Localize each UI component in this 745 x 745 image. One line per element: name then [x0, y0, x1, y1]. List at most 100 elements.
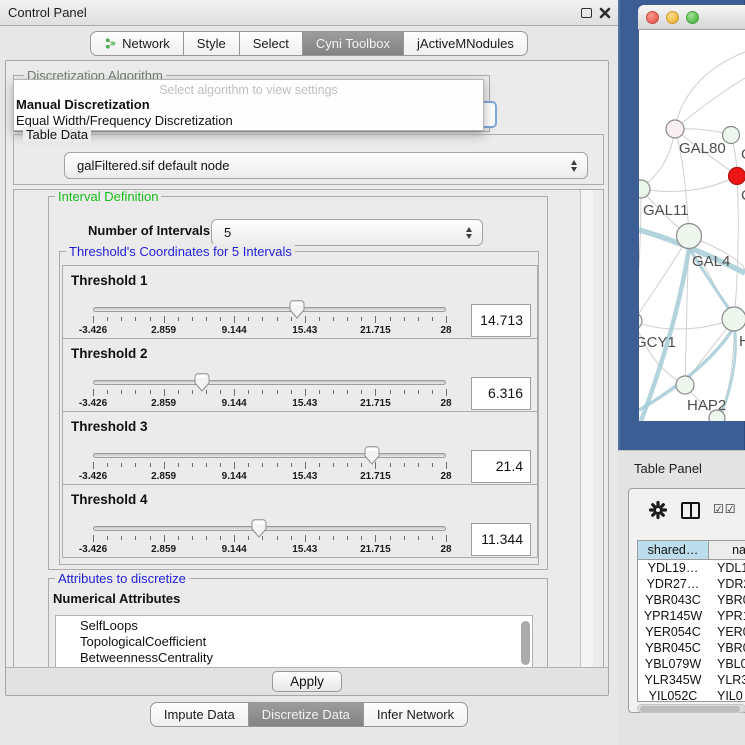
table-column-header-1[interactable]: shared…	[638, 541, 709, 559]
slider-tick	[446, 389, 447, 396]
network-edge[interactable]	[675, 78, 745, 129]
table-data-selected-value: galFiltered.sif default node	[77, 153, 229, 178]
network-window-titlebar[interactable]	[638, 5, 745, 30]
table-panel-title: Table Panel	[634, 461, 702, 476]
slider-tick	[319, 536, 320, 540]
table-row[interactable]: YBR043CYBR0	[638, 592, 745, 608]
number-of-intervals-combobox[interactable]: 5	[211, 219, 483, 246]
network-node-gcy1[interactable]	[639, 313, 642, 329]
slider-tick	[192, 536, 193, 540]
threshold-3-slider-track[interactable]	[93, 453, 446, 458]
algorithm-option-equal-width-frequency-discretization[interactable]: Equal Width/Frequency Discretization	[14, 113, 483, 129]
threshold-4-slider-track[interactable]	[93, 526, 446, 531]
table-settings-gear-icon[interactable]	[648, 500, 668, 520]
table-cell: YPR1	[709, 608, 745, 624]
attributes-list-scrollbar[interactable]	[521, 621, 530, 665]
slider-tick	[206, 317, 207, 321]
network-edge[interactable]	[641, 176, 737, 191]
bottom-tab-infer-network[interactable]: Infer Network	[364, 702, 468, 727]
slider-tick-label: 2.859	[151, 544, 176, 555]
threshold-3-slider-thumb[interactable]	[364, 446, 380, 465]
attribute-item-betweennesscentrality[interactable]: BetweennessCentrality	[56, 650, 532, 666]
network-node-hap2[interactable]	[676, 376, 694, 394]
slider-tick	[220, 390, 221, 394]
threshold-4-value-input[interactable]: 11.344	[471, 523, 531, 556]
close-icon[interactable]	[599, 7, 611, 19]
network-edge[interactable]	[675, 52, 745, 127]
thresholds-group: Threshold's Coordinates for 5 Intervals …	[59, 251, 539, 565]
bottom-tab-impute-data[interactable]: Impute Data	[150, 702, 249, 727]
network-edge[interactable]	[639, 189, 641, 321]
threshold-2-value-input[interactable]: 6.316	[471, 377, 531, 410]
network-node[interactable]	[709, 410, 725, 421]
slider-tick-label: 21.715	[360, 544, 391, 555]
tab-cyni-toolbox[interactable]: Cyni Toolbox	[303, 31, 404, 56]
table-row[interactable]: YDR27…YDR2	[638, 576, 745, 592]
table-row[interactable]: YLR345WYLR3	[638, 672, 745, 688]
table-row[interactable]: YIL052CYIL0	[638, 688, 745, 702]
table-panel-card: ☑☑ shared…na YDL19…YDL1YDR27…YDR2YBR043C…	[628, 488, 745, 713]
table-row[interactable]: YBL079WYBL0	[638, 656, 745, 672]
slider-tick-label: 28	[440, 398, 451, 409]
slider-tick	[432, 536, 433, 540]
tab-style-label: Style	[197, 36, 226, 51]
select-columns-icon[interactable]: ☑☑	[713, 502, 737, 516]
slider-tick-label: 2.859	[151, 398, 176, 409]
table-cell: YER054C	[638, 624, 709, 640]
threshold-4-slider-thumb[interactable]	[251, 519, 267, 538]
attributes-to-discretize-group: Attributes to discretize Numerical Attri…	[48, 578, 548, 668]
combobox-stepper-icon	[466, 226, 473, 240]
attribute-item-topologicalcoefficient[interactable]: TopologicalCoefficient	[56, 634, 532, 650]
tab-style[interactable]: Style	[184, 31, 240, 56]
tab-select[interactable]: Select	[240, 31, 303, 56]
network-edge[interactable]	[734, 176, 738, 319]
table-cell: YDR27…	[638, 576, 709, 592]
table-horizontal-scrollbar-thumb[interactable]	[640, 706, 740, 712]
apply-button[interactable]: Apply	[272, 671, 342, 692]
tab-jactivemnodules[interactable]: jActiveMNodules	[404, 31, 528, 56]
slider-tick	[446, 535, 447, 542]
network-node-c[interactable]	[729, 168, 745, 185]
float-window-icon[interactable]	[581, 8, 592, 18]
threshold-2-slider-thumb[interactable]	[194, 373, 210, 392]
network-edge[interactable]	[641, 129, 675, 189]
close-traffic-light[interactable]	[646, 11, 659, 24]
right-column: GAL80GACGAL11GAL4GCY1HHAP2 Table Panel ☑…	[618, 0, 745, 745]
table-horizontal-scrollbar[interactable]	[637, 704, 745, 713]
network-canvas[interactable]: GAL80GACGAL11GAL4GCY1HHAP2	[639, 30, 745, 421]
slider-tick	[234, 389, 235, 396]
settings-scrollbar-track[interactable]	[580, 190, 593, 667]
slider-tick	[192, 390, 193, 394]
threshold-2-slider-track[interactable]	[93, 380, 446, 385]
threshold-3-value-input[interactable]: 21.4	[471, 450, 531, 483]
slider-tick	[107, 390, 108, 394]
minimize-traffic-light[interactable]	[666, 11, 679, 24]
table-row[interactable]: YPR145WYPR1	[638, 608, 745, 624]
threshold-1-value-input[interactable]: 14.713	[471, 304, 531, 337]
slider-tick	[178, 317, 179, 321]
threshold-1-slider-thumb[interactable]	[289, 300, 305, 319]
threshold-1-slider-track[interactable]	[93, 307, 446, 312]
network-node-gal4[interactable]	[677, 224, 702, 249]
table-row[interactable]: YBR045CYBR0	[638, 640, 745, 656]
table-row[interactable]: YER054CYER0	[638, 624, 745, 640]
table-cell: YBL0	[709, 656, 745, 672]
network-node-ga[interactable]	[723, 127, 740, 144]
slider-tick	[375, 389, 376, 396]
table-column-header-2[interactable]: na	[709, 541, 745, 559]
split-columns-icon[interactable]	[681, 502, 700, 519]
network-node-gal80[interactable]	[666, 120, 684, 138]
attribute-item-selfloops[interactable]: SelfLoops	[56, 618, 532, 634]
table-data-combobox[interactable]: galFiltered.sif default node	[64, 152, 588, 179]
slider-tick	[178, 463, 179, 467]
table-row[interactable]: YDL19…YDL1	[638, 560, 745, 576]
tab-network[interactable]: Network	[90, 31, 184, 56]
zoom-traffic-light[interactable]	[686, 11, 699, 24]
slider-tick	[305, 535, 306, 542]
slider-tick	[432, 317, 433, 321]
slider-tick	[446, 316, 447, 323]
network-node-h[interactable]	[722, 307, 745, 331]
slider-tick	[107, 536, 108, 540]
algorithm-option-manual-discretization[interactable]: Manual Discretization	[14, 97, 483, 113]
bottom-tab-discretize-data[interactable]: Discretize Data	[249, 702, 364, 727]
